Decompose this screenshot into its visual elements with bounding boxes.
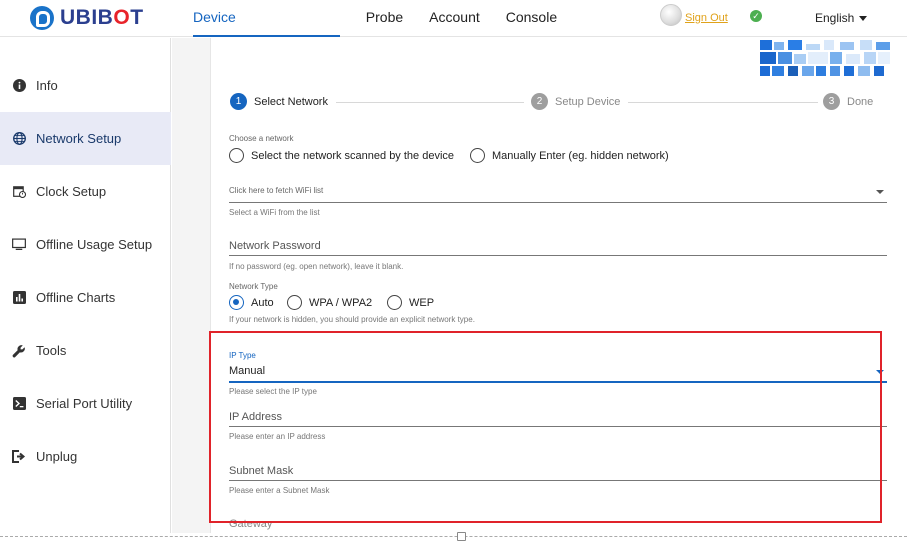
radio-circle — [287, 295, 302, 310]
sidebar-item-label: Clock Setup — [36, 184, 107, 199]
sidebar-item-offline-charts[interactable]: Offline Charts — [0, 271, 171, 324]
network-password-input[interactable]: Network Password — [229, 240, 321, 252]
sidebar-item-tools[interactable]: Tools — [0, 324, 171, 377]
network-type-label: Network Type — [229, 282, 278, 291]
ip-type-hint: Please select the IP type — [229, 387, 317, 396]
language-selector[interactable]: English — [815, 11, 868, 25]
radio-network-type-auto[interactable]: Auto — [229, 295, 274, 310]
password-field-underline — [229, 255, 887, 256]
network-setup-card — [210, 38, 907, 533]
globe-icon — [12, 132, 26, 146]
info-icon — [12, 79, 26, 93]
choose-network-label: Choose a network — [229, 134, 294, 143]
ip-type-underline — [229, 381, 887, 383]
sign-out-icon — [12, 450, 26, 464]
nav-account[interactable]: Account — [429, 0, 480, 37]
radio-circle — [387, 295, 402, 310]
ubibot-logo[interactable]: UBIBOT — [30, 5, 144, 31]
step-number: 3 — [823, 93, 840, 110]
language-label: English — [815, 11, 855, 25]
radio-network-type-wpa[interactable]: WPA / WPA2 — [287, 295, 372, 310]
sidebar-item-label: Tools — [36, 343, 67, 358]
sidebar-item-info[interactable]: Info — [0, 59, 171, 112]
ip-address-hint: Please enter an IP address — [229, 432, 326, 441]
wifi-hint: Select a WiFi from the list — [229, 208, 320, 217]
chevron-down-icon[interactable] — [876, 190, 884, 194]
ip-type-label: IP Type — [229, 351, 256, 360]
nav-console[interactable]: Console — [506, 0, 557, 37]
step-number: 1 — [230, 93, 247, 110]
radio-network-type-wep[interactable]: WEP — [387, 295, 434, 310]
radio-label: Auto — [251, 296, 274, 309]
online-status-icon: ✓ — [750, 10, 762, 22]
step-done: 3 Done — [823, 93, 873, 110]
sidebar-item-label: Offline Usage Setup — [36, 237, 153, 252]
monitor-icon — [12, 238, 26, 252]
calendar-clock-icon — [12, 185, 26, 199]
bottom-divider — [0, 536, 907, 537]
radio-label: Manually Enter (eg. hidden network) — [492, 149, 669, 162]
radio-manual-enter[interactable]: Manually Enter (eg. hidden network) — [470, 148, 669, 163]
sidebar-item-label: Network Setup — [36, 131, 122, 146]
main-nav: Device Probe Account Console — [193, 0, 583, 37]
logo-text: UBIBOT — [60, 6, 144, 29]
step-label: Select Network — [254, 95, 328, 108]
qr-code-image — [760, 40, 890, 78]
ip-address-underline — [229, 426, 887, 427]
top-navbar: UBIBOT Device Probe Account Console Sign… — [0, 0, 907, 37]
radio-circle — [229, 148, 244, 163]
chevron-down-icon — [859, 16, 868, 22]
sidebar-item-label: Info — [36, 78, 58, 93]
bar-chart-icon — [12, 291, 26, 305]
sidebar-item-clock-setup[interactable]: Clock Setup — [0, 165, 171, 218]
radio-label: WPA / WPA2 — [309, 296, 373, 309]
step-connector — [336, 102, 524, 103]
sidebar-item-label: Unplug — [36, 449, 78, 464]
step-setup-device: 2 Setup Device — [531, 93, 620, 110]
nav-probe[interactable]: Probe — [366, 0, 403, 37]
step-label: Setup Device — [555, 95, 621, 108]
terminal-icon — [12, 397, 26, 411]
step-number: 2 — [531, 93, 548, 110]
radio-scanned-network[interactable]: Select the network scanned by the device — [229, 148, 454, 163]
sidebar-item-label: Offline Charts — [36, 290, 116, 305]
sidebar-item-offline-usage-setup[interactable]: Offline Usage Setup — [0, 218, 171, 271]
sidebar-item-unplug[interactable]: Unplug — [0, 430, 171, 483]
wifi-list-dropdown[interactable]: Click here to fetch WiFi list — [229, 186, 323, 195]
subnet-mask-input[interactable]: Subnet Mask — [229, 465, 293, 477]
chevron-down-icon[interactable] — [876, 370, 884, 374]
wifi-field-underline — [229, 202, 887, 203]
sidebar: Info Network Setup Clock Setup Offline U… — [0, 38, 171, 533]
ip-type-select[interactable]: Manual — [229, 365, 265, 377]
step-connector — [628, 102, 818, 103]
sidebar-item-serial-port-utility[interactable]: Serial Port Utility — [0, 377, 171, 430]
step-label: Done — [847, 95, 874, 108]
sidebar-item-label: Serial Port Utility — [36, 396, 133, 411]
subnet-mask-underline — [229, 480, 887, 481]
radio-label: Select the network scanned by the device — [251, 149, 455, 162]
resize-handle[interactable] — [457, 532, 466, 541]
nav-device[interactable]: Device — [193, 0, 340, 37]
radio-label: WEP — [409, 296, 435, 309]
radio-circle-checked — [229, 295, 244, 310]
password-hint: If no password (eg. open network), leave… — [229, 262, 404, 271]
sidebar-item-network-setup[interactable]: Network Setup — [0, 112, 171, 165]
user-avatar[interactable] — [660, 4, 682, 26]
wrench-icon — [12, 344, 26, 358]
sign-out-link[interactable]: Sign Out — [685, 12, 728, 24]
network-type-hint: If your network is hidden, you should pr… — [229, 315, 475, 324]
gateway-input[interactable]: Gateway — [229, 518, 272, 530]
logo-icon — [30, 6, 54, 30]
radio-circle — [470, 148, 485, 163]
subnet-mask-hint: Please enter a Subnet Mask — [229, 486, 330, 495]
ip-address-input[interactable]: IP Address — [229, 411, 282, 423]
step-select-network: 1 Select Network — [230, 93, 328, 110]
